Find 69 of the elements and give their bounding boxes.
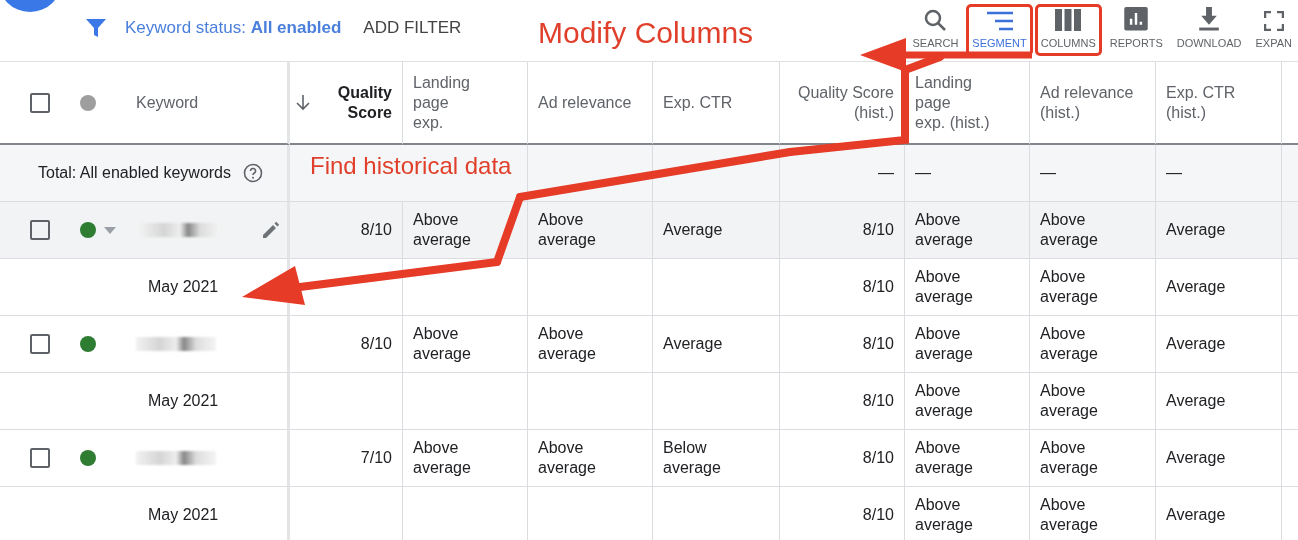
row-checkbox[interactable] <box>30 334 50 354</box>
table-cell: 8/10 <box>780 487 905 540</box>
table-cell: Above average <box>1030 487 1156 540</box>
table-cell: 8/10 <box>780 373 905 430</box>
table-cell: Above average <box>528 202 653 259</box>
edit-icon[interactable] <box>261 220 281 240</box>
filter-icon[interactable] <box>85 17 107 39</box>
columns-tool-button[interactable]: COLUMNS <box>1034 4 1102 56</box>
expand-icon <box>1263 10 1284 31</box>
table-cell: 8/10 <box>780 430 905 487</box>
table-cell: Above average <box>403 202 528 259</box>
table-cell: Average <box>653 316 780 373</box>
table-cell: Average <box>1156 259 1282 316</box>
filter-chip[interactable]: Keyword status: All enabled <box>125 15 342 41</box>
segment-label: May 2021 <box>0 373 290 430</box>
table-cell: — <box>780 145 905 202</box>
download-tool-button[interactable]: DOWNLOAD <box>1170 4 1248 56</box>
search-tool-button[interactable]: SEARCH <box>906 4 965 56</box>
reports-tool-button[interactable]: REPORTS <box>1103 4 1169 56</box>
table-cell: 8/10 <box>780 316 905 373</box>
table-cell: Below average <box>653 430 780 487</box>
table-cell: Average <box>1156 430 1282 487</box>
table-cell: 7/10 <box>290 430 403 487</box>
status-dot <box>80 94 96 111</box>
table-cell: Above average <box>403 316 528 373</box>
expand-tool-button[interactable]: EXPAN <box>1249 4 1298 56</box>
table-cell: — <box>905 145 1030 202</box>
table-cell: Above average <box>905 373 1030 430</box>
segment-icon <box>986 10 1013 31</box>
search-icon <box>924 8 947 31</box>
table-cell: Above average <box>905 487 1030 540</box>
table-cell: Above average <box>905 430 1030 487</box>
annotation-text: Find historical data <box>310 151 512 181</box>
column-header[interactable]: Quality Score <box>337 82 392 123</box>
table-cell: Above average <box>1030 202 1156 259</box>
table-cell: — <box>1030 145 1156 202</box>
help-icon[interactable] <box>243 163 263 183</box>
table-cell: 8/10 <box>290 316 403 373</box>
annotation-text: Modify Columns <box>538 15 754 51</box>
table-cell: Average <box>653 202 780 259</box>
select-all-checkbox[interactable] <box>30 92 50 113</box>
table-cell: Average <box>1156 373 1282 430</box>
table-cell: 8/10 <box>780 259 905 316</box>
table-cell: Above average <box>905 202 1030 259</box>
sort-arrow-icon[interactable] <box>296 94 310 111</box>
table-cell: Average <box>1156 202 1282 259</box>
add-filter-button[interactable]: ADD FILTER <box>357 14 468 42</box>
download-icon <box>1199 7 1220 31</box>
table-cell: Above average <box>528 316 653 373</box>
table-cell: Above average <box>905 316 1030 373</box>
table-cell: Above average <box>1030 430 1156 487</box>
segment-label: May 2021 <box>0 487 290 540</box>
table-cell: Above average <box>1030 316 1156 373</box>
total-label: Total: All enabled keywords <box>38 163 231 183</box>
row-checkbox[interactable] <box>30 220 50 240</box>
table-cell: 8/10 <box>780 202 905 259</box>
table-cell: Average <box>1156 316 1282 373</box>
table-cell: Above average <box>528 430 653 487</box>
table-cell: 8/10 <box>290 202 403 259</box>
table-cell: Above average <box>1030 259 1156 316</box>
table-cell: Average <box>1156 487 1282 540</box>
bar-chart-icon <box>1124 7 1149 31</box>
table-cell: Above average <box>905 259 1030 316</box>
columns-icon <box>1055 8 1082 31</box>
table-cell: — <box>1156 145 1282 202</box>
table-cell: Above average <box>1030 373 1156 430</box>
column-header: Keyword <box>136 92 199 113</box>
row-checkbox[interactable] <box>30 448 50 468</box>
table-cell: Above average <box>403 430 528 487</box>
